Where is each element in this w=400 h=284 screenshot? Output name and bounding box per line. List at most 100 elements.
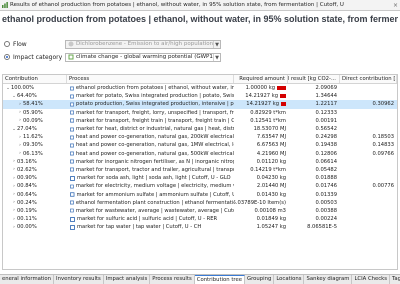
table-row[interactable]: ⌄ 27.04% market for heat, district or indu… [3, 125, 397, 133]
tab-inventory-results[interactable]: Inventory results [54, 275, 104, 284]
table-row[interactable]: › 58.41% potato production, Swiss integrat… [3, 100, 397, 109]
contribution-cell: › 11.62% [3, 134, 67, 140]
tab-eneral-information[interactable]: eneral information [0, 275, 55, 284]
table-row[interactable]: › 03.16% market for inorganic nitrogen fer… [3, 158, 397, 166]
required-amount-value: 0.14219 t*km [250, 166, 286, 173]
process-name: market for transport, freight train | tr… [76, 117, 234, 124]
direct-contribution-cell: 0.14833 [372, 142, 394, 149]
total-result-cell: 1.22117 [315, 101, 337, 108]
process-cell: market for transport, freight, lorry, un… [67, 110, 234, 116]
total-result-cell: 0.00503 [315, 199, 337, 206]
total-result-cell: 1.34644 [315, 93, 337, 100]
table-row[interactable]: › 00.09% market for transport, freight tra… [3, 117, 397, 125]
contribution-cell: ⌄ 64.40% [3, 93, 67, 99]
contribution-cell: › 05.90% [3, 110, 67, 116]
tab-locations[interactable]: Locations [274, 275, 305, 284]
tab-sankey-diagram[interactable]: Sankey diagram [304, 275, 353, 284]
contribution-value: 00.09% [23, 117, 43, 124]
flow-radio[interactable] [4, 41, 10, 47]
column-header-required-amount[interactable]: Required amount [234, 75, 288, 83]
contribution-value: 00.90% [17, 175, 37, 182]
process-name: heat and power co-generation, natural ga… [75, 150, 234, 157]
process-cell: market for heat, district or industrial,… [67, 126, 234, 132]
process-icon [70, 143, 74, 148]
contribution-value: 00.64% [17, 191, 37, 198]
required-amount-value: 0.04230 kg [256, 175, 286, 182]
contribution-cell: › 09.30% [3, 142, 67, 148]
process-cell: market for inorganic nitrogen fertiliser… [67, 159, 234, 165]
process-icon [70, 135, 74, 140]
table-row[interactable]: › 06.13% heat and power co-generation, nat… [3, 150, 397, 158]
process-cell: heat and power co-generation, natural ga… [67, 151, 234, 157]
tab-lcia-checks[interactable]: LCIA Checks [352, 275, 391, 284]
table-row[interactable]: › 11.62% heat and power co-generation, nat… [3, 133, 397, 141]
table-row[interactable]: › 09.30% heat and power co-generation, nat… [3, 141, 397, 149]
process-name: market for inorganic nitrogen fertiliser… [75, 158, 234, 165]
required-amount-cell: 5.03789E-10 Item(s) [234, 200, 288, 206]
table-row[interactable]: › 00.24% ethanol fermentation plant constr… [3, 199, 397, 207]
table-row[interactable]: › 00.90% market for soda ash, light | soda… [3, 174, 397, 182]
table-row[interactable]: › 00.84% market for electricity, medium vo… [3, 182, 397, 190]
process-icon [70, 94, 75, 99]
total-result-cell: 8.06581E-5 [307, 224, 337, 231]
contribution-cell: › 58.41% [3, 101, 67, 107]
table-row[interactable]: › 00.64% market for ammonium sulfate | amm… [3, 190, 397, 198]
table-row[interactable]: › 00.00% market for tap water | tap water … [3, 223, 397, 231]
contribution-bar [281, 102, 286, 107]
contribution-value: 00.11% [17, 216, 37, 223]
column-header-contribution[interactable]: Contribution [3, 75, 67, 83]
column-header-total-result[interactable]: Total result [kg CO2-... [288, 75, 340, 83]
process-cell: market for transport, freight train | tr… [67, 118, 234, 124]
table-row[interactable]: › 00.11% market for sulfuric acid | sulfur… [3, 215, 397, 223]
table-row[interactable]: ⌄ 64.40% market for potato, Swiss integrat… [3, 92, 397, 100]
total-result-cell: 0.19438 [315, 142, 337, 149]
required-amount-cell: 6.67563 MJ [234, 142, 288, 148]
required-amount-cell: 0.01430 kg [234, 192, 288, 198]
process-icon [70, 200, 74, 205]
total-result-cell: 0.00388 [315, 207, 337, 214]
table-row[interactable]: › 00.19% market for wastewater, average | … [3, 207, 397, 215]
total-result-cell: 0.00224 [315, 216, 337, 223]
chevron-down-icon: ▼ [213, 53, 220, 61]
contribution-tree[interactable]: Contribution Process Required amount Tot… [2, 74, 398, 270]
table-row[interactable]: ⌄ 100.00% ethanol production from potatoes… [3, 84, 397, 92]
contribution-value: 100.00% [11, 85, 35, 92]
column-header-process[interactable]: Process [67, 75, 234, 83]
contribution-cell: › 00.90% [3, 175, 67, 181]
tab-impact-analysis[interactable]: Impact analysis [103, 275, 151, 284]
process-icon [70, 127, 74, 132]
table-row[interactable]: › 02.62% market for transport, tractor and… [3, 166, 397, 174]
process-name: market for ammonium sulfate | ammonium s… [76, 191, 235, 198]
flow-combo[interactable]: Dichlorobenzene - Emission to air/high p… [65, 39, 221, 49]
impact-category-combo[interactable]: climate change - global warming potentia… [65, 52, 221, 62]
tab-contribution-tree[interactable]: Contribution tree [194, 275, 245, 284]
required-amount-cell: 4.21960 MJ [234, 151, 288, 157]
tree-body: ⌄ 100.00% ethanol production from potatoes… [3, 84, 397, 231]
table-row[interactable]: › 05.90% market for transport, freight, lo… [3, 109, 397, 117]
tab-tags[interactable]: Tags [390, 275, 400, 284]
close-tab-button[interactable]: × [393, 2, 398, 9]
process-cell: heat and power co-generation, natural ga… [67, 142, 234, 148]
process-icon [70, 151, 74, 156]
contribution-cell: › 00.11% [3, 216, 67, 222]
tab-grouping[interactable]: Grouping [244, 275, 275, 284]
contribution-cell: ⌄ 27.04% [3, 126, 67, 132]
process-cell: market for transport, tractor and traile… [67, 167, 234, 173]
editor-tab[interactable]: Results of ethanol production from potat… [0, 0, 400, 11]
process-cell: market for potato, Swiss integrated prod… [67, 93, 234, 99]
process-name: heat and power co-generation, natural ga… [75, 142, 234, 149]
column-header-direct-contribution[interactable]: Direct contribution [... [340, 75, 397, 83]
tree-header: Contribution Process Required amount Tot… [3, 75, 397, 84]
required-amount-value: 0.01849 kg [256, 216, 286, 223]
process-icon [70, 118, 75, 123]
contribution-value: 05.90% [23, 109, 43, 116]
contribution-value: 00.84% [17, 183, 37, 190]
required-amount-cell: 1.05247 kg [234, 224, 288, 230]
required-amount-value: 0.01120 kg [256, 158, 286, 165]
editor-tab-title: Results of ethanol production from potat… [10, 2, 344, 8]
tab-process-results[interactable]: Process results [150, 275, 195, 284]
process-name: market for sulfuric acid | sulfuric acid… [77, 216, 218, 223]
required-amount-value: 0.12541 t*km [250, 117, 286, 124]
impact-category-radio[interactable] [4, 54, 10, 60]
required-amount-cell: 0.01120 kg [234, 159, 288, 165]
